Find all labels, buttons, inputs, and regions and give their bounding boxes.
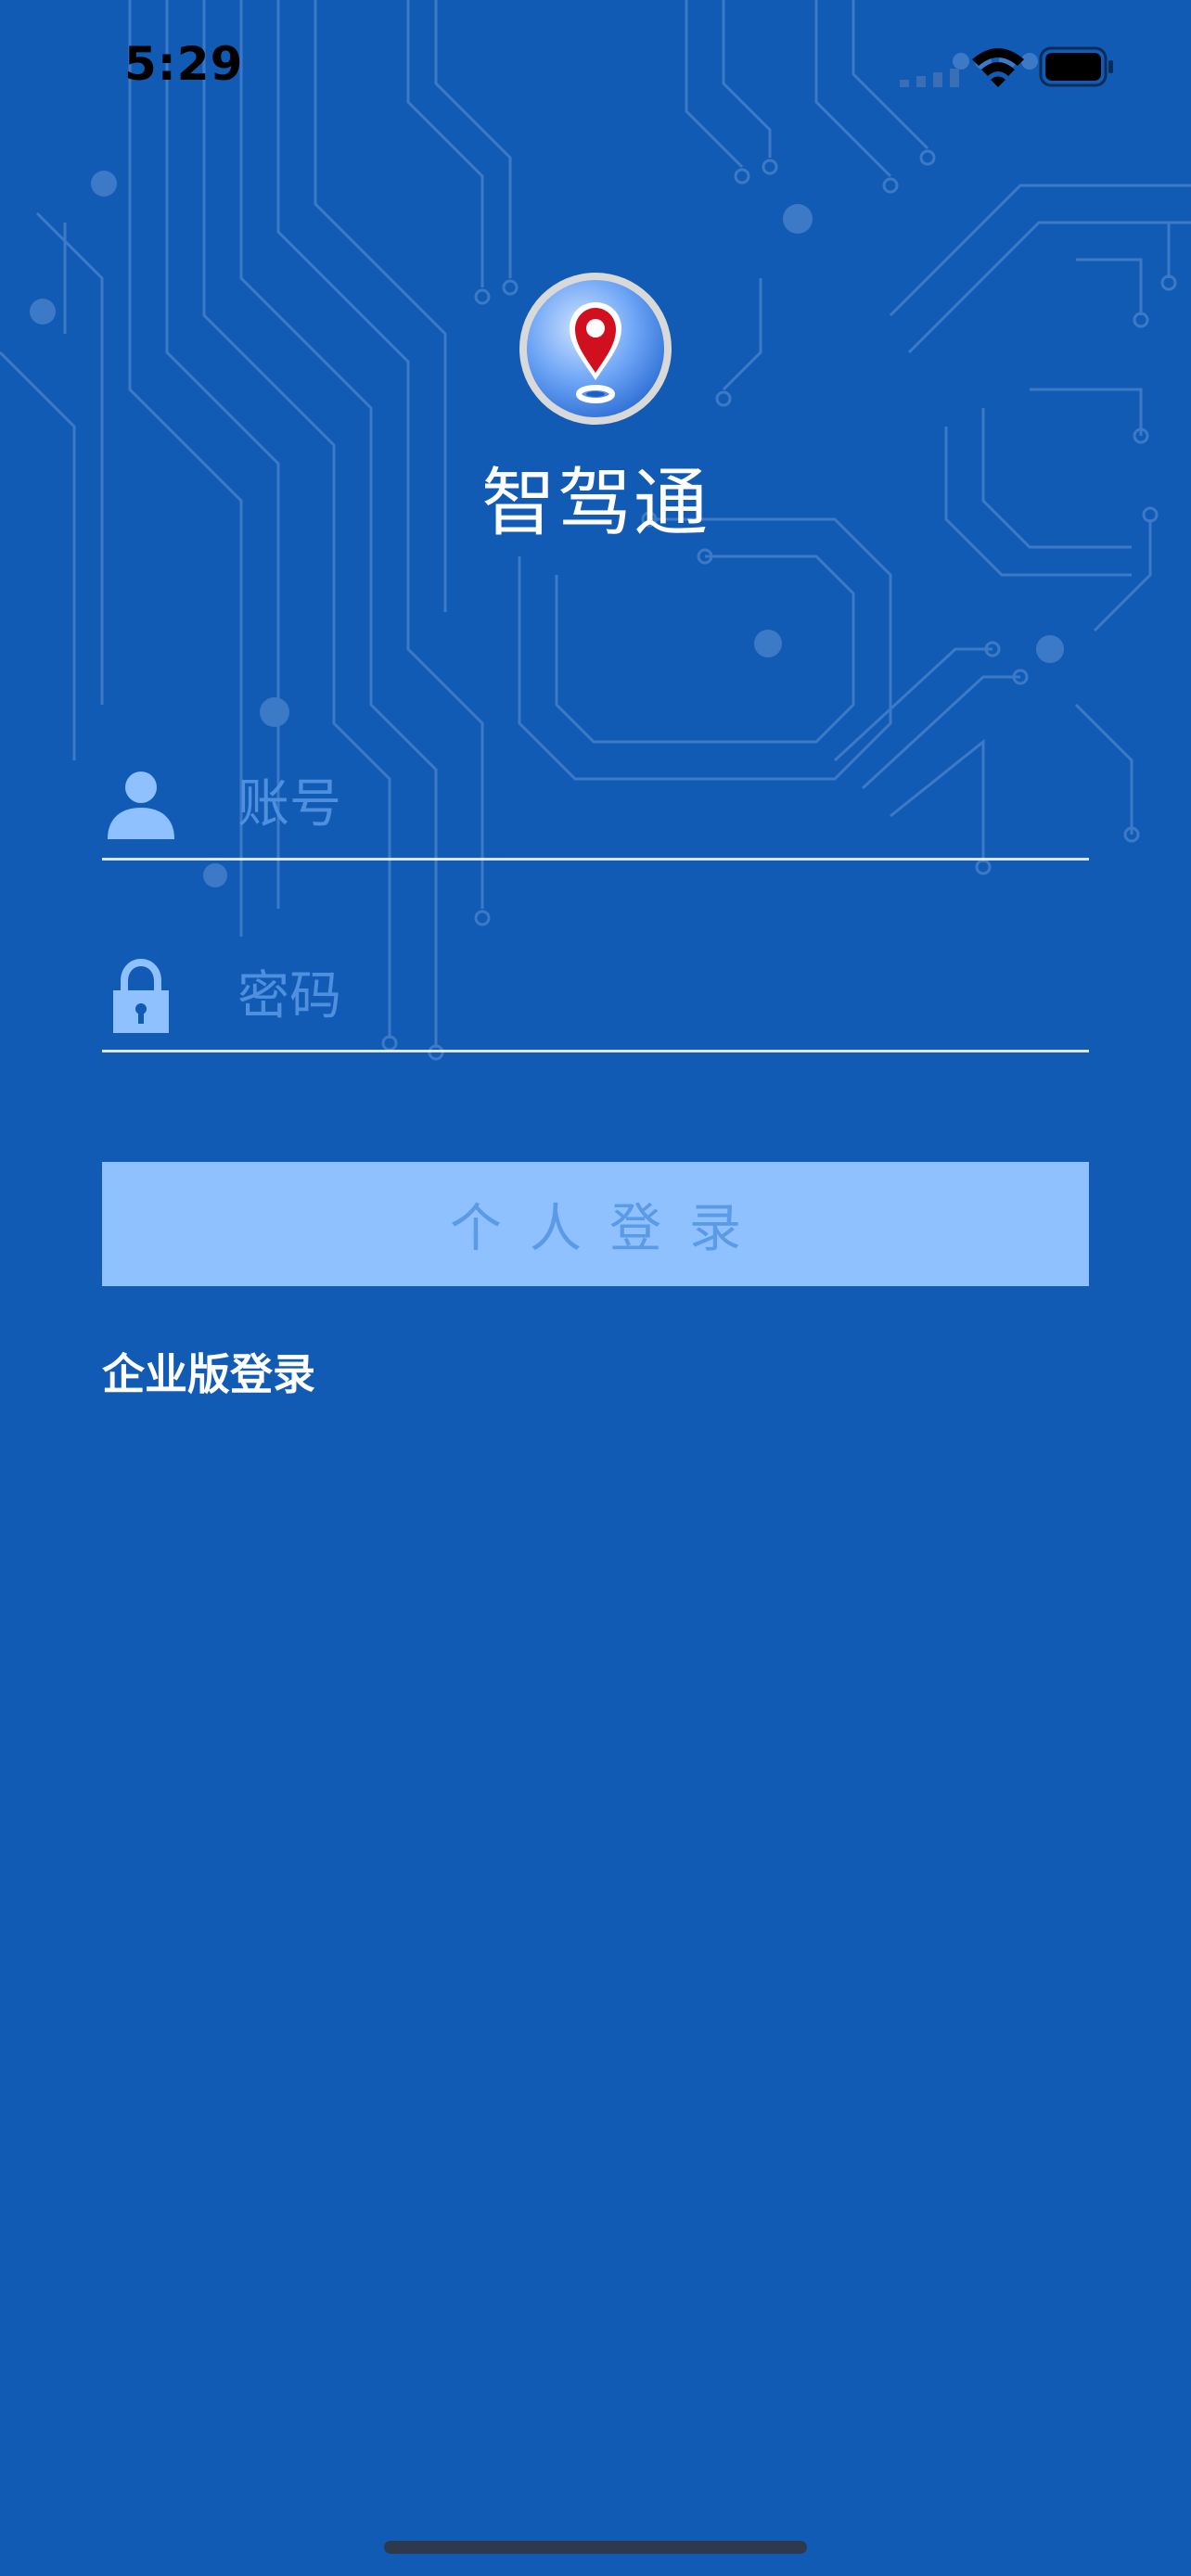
account-input[interactable] <box>237 756 1072 852</box>
signal-icon <box>900 69 959 87</box>
location-pin-icon <box>519 273 672 425</box>
password-input[interactable] <box>237 948 1072 1044</box>
lock-icon <box>113 958 169 1033</box>
password-field-row <box>102 948 1089 1052</box>
status-time: 5:29 <box>124 37 244 91</box>
home-indicator[interactable] <box>384 2541 807 2554</box>
enterprise-login-link[interactable]: 企业版登录 <box>102 1341 315 1402</box>
app-name: 智驾通 <box>481 460 710 546</box>
user-icon <box>108 772 174 839</box>
wifi-icon <box>972 48 1024 87</box>
battery-icon <box>1039 46 1113 87</box>
login-screen: 5:29 智驾通 账号 个人登录 企业版登录 <box>0 0 1191 2576</box>
account-field-row <box>102 756 1089 861</box>
personal-login-button[interactable]: 个人登录 <box>102 1162 1089 1286</box>
status-bar: 5:29 <box>0 0 1191 130</box>
